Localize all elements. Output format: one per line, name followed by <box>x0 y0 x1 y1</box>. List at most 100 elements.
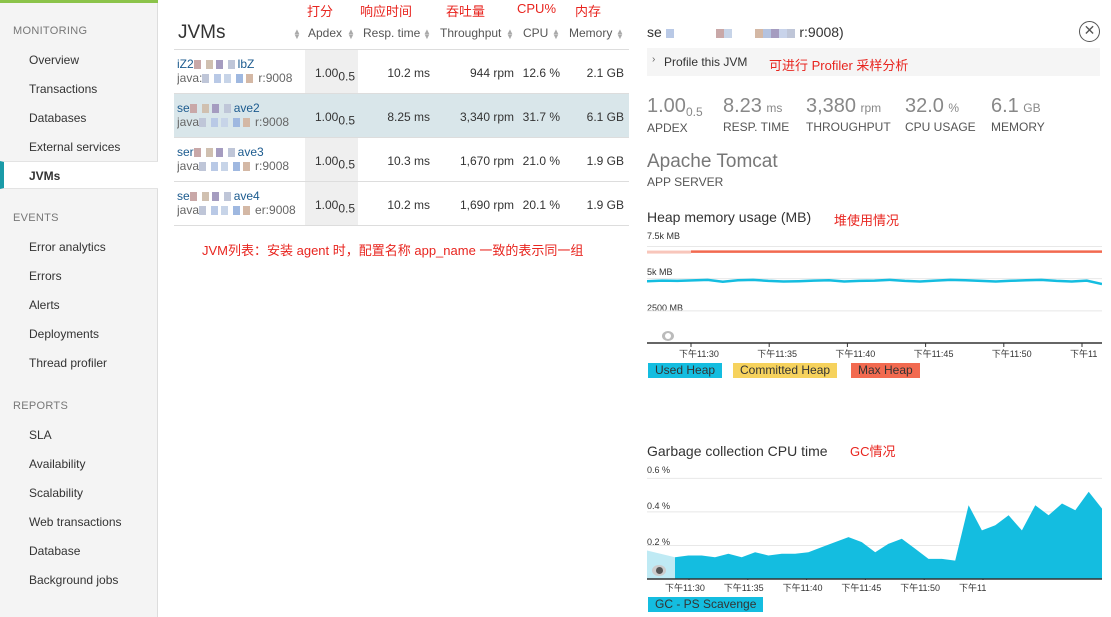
profile-jvm-link[interactable]: Profile this JVM <box>664 55 747 69</box>
sidebar-item-thread-profiler[interactable]: Thread profiler <box>29 356 107 370</box>
jvm-host: se <box>177 189 190 203</box>
jvm-memory: 2.1 GB <box>586 66 624 80</box>
jvm-instance-tail: r:9008 <box>255 159 290 173</box>
jvm-host: iZ2 <box>177 57 194 71</box>
sort-icon[interactable]: ▲ ▼ <box>616 28 624 41</box>
jvm-memory: 1.9 GB <box>586 154 624 168</box>
jvm-memory: 6.1 GB <box>586 110 624 124</box>
header-throughput[interactable]: Throughput <box>440 16 501 50</box>
jvm-cpu: 31.7 % <box>522 110 560 124</box>
header-apdex[interactable]: Apdex <box>308 16 342 50</box>
jvm-throughput: 1,670 rpm <box>459 154 514 168</box>
sort-icon[interactable]: ▲ ▼ <box>552 28 560 41</box>
used-heap-line <box>647 278 1102 286</box>
cpu-label: CPU USAGE <box>905 120 976 134</box>
table-row[interactable]: se ave4 java er:9008 1.000.5 10.2 ms 1,690 rpm… <box>174 182 629 226</box>
section-events: EVENTS <box>13 212 59 224</box>
sidebar-item-database[interactable]: Database <box>29 544 80 558</box>
jvm-name[interactable]: se ave2 java r:9008 <box>177 101 302 129</box>
jvm-memory: 1.9 GB <box>586 198 624 212</box>
jvm-name[interactable]: se ave4 java er:9008 <box>177 189 302 217</box>
sidebar-item-scalability[interactable]: Scalability <box>29 486 83 500</box>
detail-title: se r:9008) <box>647 24 844 40</box>
annotation-cpu: CPU% <box>517 1 557 16</box>
gc-chart <box>647 477 1102 580</box>
sidebar-item-availability[interactable]: Availability <box>29 457 85 471</box>
eye-icon[interactable] <box>652 565 666 576</box>
sidebar-item-error-analytics[interactable]: Error analytics <box>29 240 106 254</box>
sidebar-item-web-transactions[interactable]: Web transactions <box>29 515 122 529</box>
active-nav-highlight <box>0 161 158 189</box>
x-tick-label: 下午11:35 <box>757 349 798 359</box>
section-reports: REPORTS <box>13 400 69 412</box>
sort-icon[interactable]: ▲ ▼ <box>423 28 431 41</box>
jvm-cpu: 12.6 % <box>522 66 560 80</box>
apdex-value: 1.00 <box>647 95 686 117</box>
memory-value: 6.1 <box>991 95 1019 117</box>
jvm-instance-tail: r:9008 <box>255 115 290 129</box>
app-name: Apache Tomcat <box>647 151 778 172</box>
x-tick-label: 下午11:45 <box>841 583 882 593</box>
eye-icon[interactable] <box>662 331 674 341</box>
jvm-host-tail: lbZ <box>237 57 255 71</box>
sidebar-item-sla[interactable]: SLA <box>29 428 52 442</box>
sidebar-item-databases[interactable]: Databases <box>29 111 86 125</box>
sort-icon[interactable]: ▲ ▼ <box>506 28 514 41</box>
summary-resp-time: 8.23 ms RESP. TIME <box>723 95 789 134</box>
jvm-resp-time: 10.3 ms <box>387 154 430 168</box>
sidebar-item-background-jobs[interactable]: Background jobs <box>29 573 118 587</box>
x-tick-label: 下午11:45 <box>913 349 954 359</box>
x-tick-label: 下午11 <box>959 583 987 593</box>
sidebar-item-jvms[interactable]: JVMs <box>29 169 60 183</box>
annotation-apdex: 打分 <box>307 4 334 19</box>
sidebar-item-errors[interactable]: Errors <box>29 269 62 283</box>
legend-item[interactable]: Max Heap <box>851 363 920 378</box>
table-row[interactable]: iZ2 lbZ java: r:9008 1.000.5 10.2 ms 944 rpm 12… <box>174 50 629 94</box>
sidebar-item-overview[interactable]: Overview <box>29 53 79 67</box>
x-tick-label: 下午11:40 <box>835 349 876 359</box>
throughput-unit: rpm <box>860 101 882 115</box>
annotation-resp: 响应时间 <box>360 4 413 19</box>
app-type: APP SERVER <box>647 175 724 189</box>
jvm-throughput: 3,340 rpm <box>459 110 514 124</box>
x-tick-label: 下午11:30 <box>665 583 705 593</box>
jvm-host-tail: ave3 <box>237 145 264 159</box>
table-row[interactable]: ser ave3 java r:9008 1.000.5 10.3 ms 1,670 rpm… <box>174 138 629 182</box>
close-icon[interactable]: ✕ <box>1079 21 1100 42</box>
sort-icon[interactable]: ▲ ▼ <box>293 28 301 41</box>
jvm-name[interactable]: ser ave3 java r:9008 <box>177 145 302 173</box>
x-tick-label: 下午11:50 <box>900 583 941 593</box>
jvm-apdex: 1.000.5 <box>315 110 356 128</box>
jvm-host: se <box>177 101 190 115</box>
x-tick-label: 下午11:50 <box>991 349 1032 359</box>
annotation-throughput: 吞吐量 <box>446 4 486 19</box>
legend-item[interactable]: GC - PS Scavenge <box>648 597 764 612</box>
cpu-unit: % <box>948 101 960 115</box>
memory-label: MEMORY <box>991 120 1045 134</box>
jvm-apdex: 1.000.5 <box>315 154 356 172</box>
x-tick-label: 下午11:30 <box>679 349 719 359</box>
sidebar-item-transactions[interactable]: Transactions <box>29 82 97 96</box>
gc-area <box>675 491 1102 579</box>
legend-item[interactable]: Used Heap <box>648 363 723 378</box>
jvm-resp-time: 8.25 ms <box>387 110 430 124</box>
annotation-profiler: 可进行 Profiler 采样分析 <box>769 58 909 73</box>
legend-item[interactable]: Committed Heap <box>733 363 838 378</box>
header-memory[interactable]: Memory <box>569 16 612 50</box>
jvm-instance-tail: r:9008 <box>258 71 293 85</box>
sidebar-item-external-services[interactable]: External services <box>29 140 120 154</box>
sidebar-item-deployments[interactable]: Deployments <box>29 327 99 341</box>
jvm-instance: java <box>177 159 200 173</box>
sidebar-item-alerts[interactable]: Alerts <box>29 298 60 312</box>
sort-icon[interactable]: ▲ ▼ <box>347 28 355 41</box>
jvm-host: ser <box>177 145 194 159</box>
jvm-apdex: 1.000.5 <box>315 66 356 84</box>
jvm-host-tail: ave2 <box>233 101 260 115</box>
x-tick-label: 下午11:35 <box>723 583 764 593</box>
jvm-cpu: 20.1 % <box>522 198 560 212</box>
header-cpu[interactable]: CPU <box>523 16 548 50</box>
table-row[interactable]: se ave2 java r:9008 1.000.5 8.25 ms 3,340 rpm 3… <box>174 94 629 138</box>
header-resp-time[interactable]: Resp. time <box>363 16 420 50</box>
jvm-host-tail: ave4 <box>233 189 260 203</box>
jvm-name[interactable]: iZ2 lbZ java: r:9008 <box>177 57 302 85</box>
